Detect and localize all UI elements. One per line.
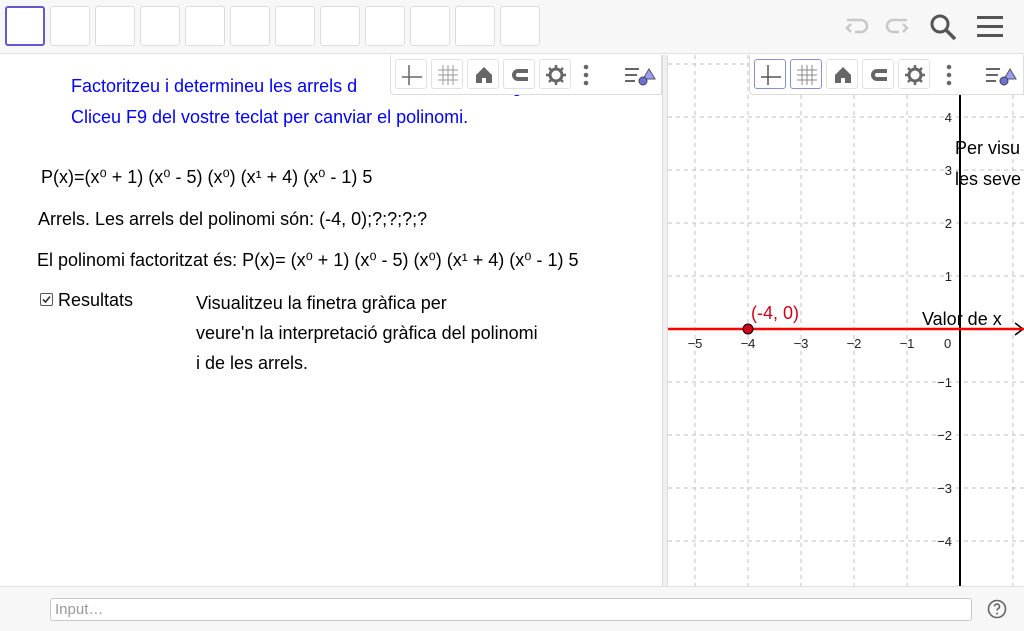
results-checkbox-label[interactable]: Resultats (58, 290, 133, 311)
grid-toggle-button[interactable] (431, 59, 463, 89)
axes-icon (402, 65, 422, 85)
help-icon[interactable] (987, 599, 1007, 619)
tool-button-12[interactable] (500, 6, 540, 46)
y-tick-label: 4 (945, 110, 952, 125)
more-icon (583, 64, 589, 86)
geogebra-app: Factoritzeu i determineu les arrels d g … (0, 0, 1024, 631)
overlay-text-line1: Per visu (955, 138, 1020, 158)
grid-icon (797, 65, 817, 85)
root-point-label: (-4, 0) (751, 303, 799, 323)
algebra-style-bar (390, 55, 662, 95)
axes-toggle-button[interactable] (395, 59, 427, 89)
y-tick-label: −4 (937, 534, 952, 549)
note-line2: veure'n la interpretació gràfica del pol… (196, 323, 538, 343)
polynomial-text: P(x)=(x⁰ + 1) (x⁰ - 5) (x⁰) (x¹ + 4) (x⁰… (41, 167, 373, 187)
graphics-grid-toggle-button[interactable] (790, 59, 822, 89)
more-button[interactable] (583, 63, 589, 87)
tool-button-3[interactable] (95, 6, 135, 46)
tool-button-4[interactable] (140, 6, 180, 46)
y-tick-label: 2 (945, 216, 952, 231)
gear-icon (905, 65, 925, 85)
magnet-icon (512, 69, 528, 81)
note-line3: i de les arrels. (196, 353, 309, 373)
graphics-view[interactable]: −5 −4 −3 −2 −1 0 4 3 2 1 −1 −2 −3 −4 (-4, 0) Valor de… (668, 55, 1024, 586)
root-point[interactable] (742, 323, 754, 335)
tool-button-11[interactable] (455, 6, 495, 46)
toolbar (0, 0, 1024, 54)
search-icon[interactable] (928, 12, 958, 42)
graph-canvas[interactable]: −5 −4 −3 −2 −1 0 4 3 2 1 −1 −2 −3 −4 (-4, 0) Valor de… (668, 55, 1024, 586)
x-axis-caption: Valor de x (922, 309, 1002, 329)
tool-button-7[interactable] (275, 6, 315, 46)
factored-text: El polinomi factoritzat és: P(x)= (x⁰ + … (37, 250, 579, 270)
y-tick-label: −2 (937, 428, 952, 443)
x-tick-label: −5 (688, 336, 703, 351)
graphics-more-button[interactable] (946, 63, 952, 87)
view-toggle-icon (986, 68, 1017, 86)
magnet-icon (871, 69, 887, 81)
y-tick-label: 3 (945, 163, 952, 178)
settings-button[interactable] (539, 59, 571, 89)
x-tick-label: −2 (847, 336, 862, 351)
y-tick-label: −1 (937, 375, 952, 390)
y-tick-label: 1 (945, 269, 952, 284)
home-button[interactable] (467, 59, 499, 89)
roots-text: Arrels. Les arrels del polinomi són: (-4… (38, 209, 428, 229)
tool-button-10[interactable] (410, 6, 450, 46)
results-checkbox[interactable] (40, 293, 53, 306)
redo-icon[interactable] (881, 12, 911, 42)
grid-icon (438, 65, 458, 85)
graphics-settings-button[interactable] (898, 59, 930, 89)
note-line1: Visualitzeu la finetra gràfica per (196, 293, 447, 313)
instruction-text-line2: Cliceu F9 del vostre teclat per canviar … (71, 107, 469, 127)
tool-button-2[interactable] (50, 6, 90, 46)
x-tick-label: −3 (794, 336, 809, 351)
input-field[interactable] (50, 598, 972, 621)
graphics-axes-toggle-button[interactable] (754, 59, 786, 89)
x-tick-label: −4 (741, 336, 756, 351)
instruction-text-line1: Factoritzeu i determineu les arrels d (71, 76, 358, 96)
view-toggle-icon (625, 68, 656, 86)
tool-button-move[interactable] (5, 6, 45, 46)
graphics-view-toggle-button[interactable] (984, 61, 1018, 89)
home-icon (835, 67, 851, 83)
graphics-home-button[interactable] (826, 59, 858, 89)
x-tick-label: 0 (944, 336, 951, 351)
check-icon (42, 295, 51, 304)
axes-icon (761, 65, 781, 85)
view-toggle-button[interactable] (623, 61, 657, 89)
y-tick-label: −3 (937, 481, 952, 496)
x-tick-label: −1 (900, 336, 915, 351)
home-icon (476, 67, 492, 83)
algebra-view: Factoritzeu i determineu les arrels d g … (0, 55, 662, 586)
input-bar (0, 586, 1024, 631)
undo-icon[interactable] (843, 12, 873, 42)
tool-button-6[interactable] (230, 6, 270, 46)
snap-button[interactable] (503, 59, 535, 89)
gear-icon (546, 65, 566, 85)
tool-button-5[interactable] (185, 6, 225, 46)
graphics-snap-button[interactable] (862, 59, 894, 89)
tool-button-8[interactable] (320, 6, 360, 46)
overlay-text-line2: les seve (955, 169, 1021, 189)
graphics-style-bar (749, 55, 1024, 95)
tool-button-9[interactable] (365, 6, 405, 46)
menu-icon[interactable] (975, 12, 1005, 42)
more-icon (946, 64, 952, 86)
